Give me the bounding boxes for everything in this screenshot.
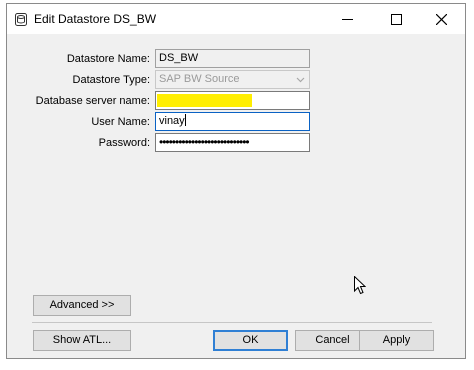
chevron-down-icon <box>296 77 305 83</box>
minimize-button[interactable] <box>325 4 369 34</box>
database-server-name-label: Database server name: <box>35 95 150 107</box>
datastore-type-dropdown[interactable]: SAP BW Source <box>155 70 310 89</box>
title-bar: Edit Datastore DS_BW <box>7 4 465 34</box>
window-title: Edit Datastore DS_BW <box>34 12 157 26</box>
divider <box>32 322 432 323</box>
datastore-type-value: SAP BW Source <box>159 73 240 85</box>
close-icon <box>435 13 447 25</box>
redaction-highlight <box>157 94 252 107</box>
database-server-name-field[interactable] <box>155 91 310 110</box>
edit-datastore-dialog: Edit Datastore DS_BW Datastore Name: DS_… <box>6 3 466 359</box>
advanced-button[interactable]: Advanced >> <box>33 295 131 316</box>
apply-button[interactable]: Apply <box>359 330 434 351</box>
datastore-name-field[interactable]: DS_BW <box>155 49 310 68</box>
user-name-field[interactable]: vinay <box>155 112 310 131</box>
show-atl-button[interactable]: Show ATL... <box>33 330 131 351</box>
datastore-icon <box>15 13 27 26</box>
ok-button[interactable]: OK <box>213 330 288 351</box>
close-button[interactable] <box>419 4 463 34</box>
maximize-icon <box>390 13 402 25</box>
minimize-icon <box>341 18 353 20</box>
datastore-type-label: Datastore Type: <box>72 74 150 86</box>
text-cursor <box>184 114 186 126</box>
password-value: •••••••••••••••••••••••••••• <box>159 135 250 149</box>
maximize-button[interactable] <box>374 4 418 34</box>
mouse-pointer-icon <box>354 276 366 295</box>
password-label: Password: <box>98 137 150 149</box>
user-name-label: User Name: <box>91 116 150 128</box>
datastore-name-label: Datastore Name: <box>66 53 150 65</box>
user-name-value: vinay <box>159 115 185 127</box>
password-field[interactable]: •••••••••••••••••••••••••••• <box>155 133 310 152</box>
